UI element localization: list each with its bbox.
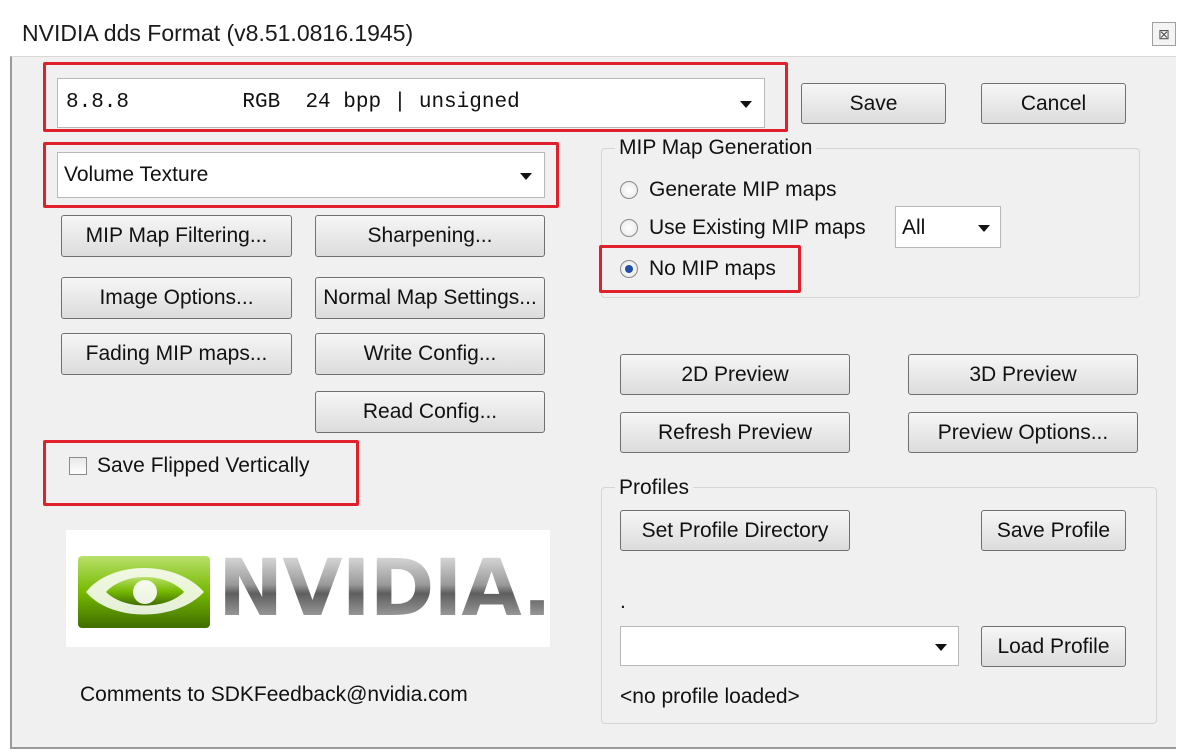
existing-mip-value: All	[902, 216, 926, 239]
normal-map-settings-label: Normal Map Settings...	[323, 286, 537, 309]
highlight-no-mip	[599, 245, 801, 293]
comments-text: Comments to SDKFeedback@nvidia.com	[80, 683, 468, 706]
generate-mip-radio[interactable]	[620, 181, 638, 199]
cancel-button-label: Cancel	[1020, 92, 1087, 115]
profile-combo[interactable]	[620, 626, 959, 666]
use-existing-mip-label[interactable]: Use Existing MIP maps	[649, 216, 866, 240]
refresh-preview-label: Refresh Preview	[657, 421, 813, 444]
image-options-label: Image Options...	[99, 286, 254, 309]
2d-preview-button[interactable]: 2D Preview	[620, 354, 850, 395]
sharpening-label: Sharpening...	[367, 224, 493, 247]
set-profile-directory-label: Set Profile Directory	[641, 519, 829, 542]
window-title: NVIDIA dds Format (v8.51.0816.1945)	[22, 20, 414, 46]
save-profile-button[interactable]: Save Profile	[981, 510, 1126, 551]
chevron-down-icon	[978, 225, 990, 232]
generate-mip-label[interactable]: Generate MIP maps	[649, 178, 837, 202]
use-existing-mip-radio[interactable]	[620, 219, 638, 237]
normal-map-settings-button[interactable]: Normal Map Settings...	[315, 277, 545, 319]
write-config-button[interactable]: Write Config...	[315, 333, 545, 375]
save-button[interactable]: Save	[801, 83, 946, 124]
preview-options-button[interactable]: Preview Options...	[908, 412, 1138, 453]
dds-format-dialog: NVIDIA dds Format (v8.51.0816.1945) ⊠ 8.…	[0, 0, 1181, 753]
existing-mip-combo[interactable]: All	[895, 206, 1001, 248]
profile-status-text: <no profile loaded>	[620, 685, 800, 708]
set-profile-directory-button[interactable]: Set Profile Directory	[620, 510, 850, 551]
load-profile-label: Load Profile	[997, 635, 1110, 658]
profile-path-text: .	[620, 590, 626, 613]
highlight-texture-type	[43, 142, 559, 208]
highlight-format	[43, 62, 788, 132]
preview-options-label: Preview Options...	[937, 421, 1109, 444]
nvidia-wordmark: NVIDIA.	[218, 544, 552, 634]
3d-preview-label: 3D Preview	[969, 363, 1077, 386]
fading-mip-maps-label: Fading MIP maps...	[85, 342, 268, 365]
load-profile-button[interactable]: Load Profile	[981, 626, 1126, 667]
sharpening-button[interactable]: Sharpening...	[315, 215, 545, 257]
3d-preview-button[interactable]: 3D Preview	[908, 354, 1138, 395]
highlight-save-flipped	[43, 440, 359, 506]
close-icon[interactable]: ⊠	[1152, 22, 1176, 46]
nvidia-logo: NVIDIA.	[66, 530, 552, 647]
write-config-label: Write Config...	[363, 342, 497, 365]
mip-generation-label: MIP Map Generation	[615, 136, 817, 160]
chevron-down-icon	[935, 644, 947, 651]
read-config-button[interactable]: Read Config...	[315, 391, 545, 433]
read-config-label: Read Config...	[362, 400, 498, 423]
profiles-label: Profiles	[615, 476, 694, 500]
save-button-label: Save	[849, 92, 898, 115]
refresh-preview-button[interactable]: Refresh Preview	[620, 412, 850, 453]
fading-mip-maps-button[interactable]: Fading MIP maps...	[61, 333, 292, 375]
save-profile-label: Save Profile	[996, 519, 1111, 542]
image-options-button[interactable]: Image Options...	[61, 277, 292, 319]
mip-map-filtering-button[interactable]: MIP Map Filtering...	[61, 215, 292, 257]
2d-preview-label: 2D Preview	[681, 363, 789, 386]
cancel-button[interactable]: Cancel	[981, 83, 1126, 124]
mip-map-filtering-label: MIP Map Filtering...	[85, 224, 268, 247]
